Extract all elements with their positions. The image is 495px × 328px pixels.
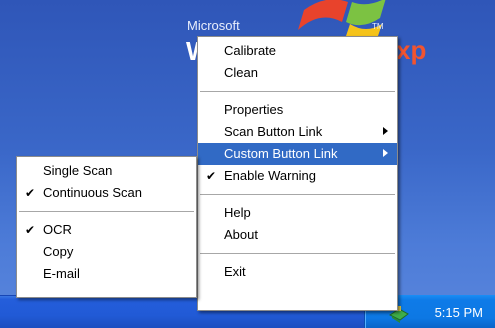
menu-item-label: Exit <box>224 264 246 279</box>
menu-item-exit[interactable]: Exit <box>198 261 397 283</box>
menu-item-label: Help <box>224 205 251 220</box>
menu-item-label: Calibrate <box>224 43 277 58</box>
checkmark-icon: ✔ <box>25 186 36 200</box>
menu-separator <box>200 91 395 92</box>
menu-separator <box>200 253 395 254</box>
submenu-item-copy[interactable]: Copy <box>17 241 196 263</box>
desktop: Microsoft TM W xp 5:15 PM Calibrate Clea… <box>0 0 495 328</box>
menu-item-help[interactable]: Help <box>198 202 397 224</box>
menu-item-label: Custom Button Link <box>224 146 338 161</box>
xp-logo-text: xp <box>396 35 427 65</box>
submenu-item-email[interactable]: E-mail <box>17 263 196 285</box>
menu-item-about[interactable]: About <box>198 224 397 246</box>
custom-button-link-submenu: Single Scan ✔ Continuous Scan ✔ OCR Copy… <box>16 156 197 298</box>
submenu-arrow-icon <box>383 127 388 135</box>
tray-context-menu: Calibrate Clean Properties Scan Button L… <box>197 36 398 311</box>
menu-item-calibrate[interactable]: Calibrate <box>198 40 397 62</box>
menu-item-label: Copy <box>43 244 74 259</box>
menu-item-label: Properties <box>224 102 284 117</box>
menu-item-label: Clean <box>224 65 258 80</box>
submenu-item-ocr[interactable]: ✔ OCR <box>17 219 196 241</box>
menu-item-label: About <box>224 227 258 242</box>
taskbar-clock[interactable]: 5:15 PM <box>435 305 483 320</box>
menu-item-label: OCR <box>43 222 72 237</box>
microsoft-logo-text: Microsoft <box>187 18 240 33</box>
menu-separator <box>19 211 194 212</box>
trademark-text: TM <box>372 22 384 31</box>
menu-item-properties[interactable]: Properties <box>198 99 397 121</box>
menu-item-label: Enable Warning <box>224 168 317 183</box>
menu-item-label: Single Scan <box>43 163 113 178</box>
submenu-item-continuous-scan[interactable]: ✔ Continuous Scan <box>17 182 196 204</box>
checkmark-icon: ✔ <box>206 169 217 183</box>
submenu-item-single-scan[interactable]: Single Scan <box>17 160 196 182</box>
menu-item-label: Continuous Scan <box>43 185 143 200</box>
menu-item-label: Scan Button Link <box>224 124 323 139</box>
menu-separator <box>200 194 395 195</box>
menu-item-clean[interactable]: Clean <box>198 62 397 84</box>
submenu-arrow-icon <box>383 149 388 157</box>
menu-item-scan-button-link[interactable]: Scan Button Link <box>198 121 397 143</box>
checkmark-icon: ✔ <box>25 223 36 237</box>
menu-item-label: E-mail <box>43 266 80 281</box>
menu-item-custom-button-link[interactable]: Custom Button Link <box>198 143 397 165</box>
menu-item-enable-warning[interactable]: ✔ Enable Warning <box>198 165 397 187</box>
